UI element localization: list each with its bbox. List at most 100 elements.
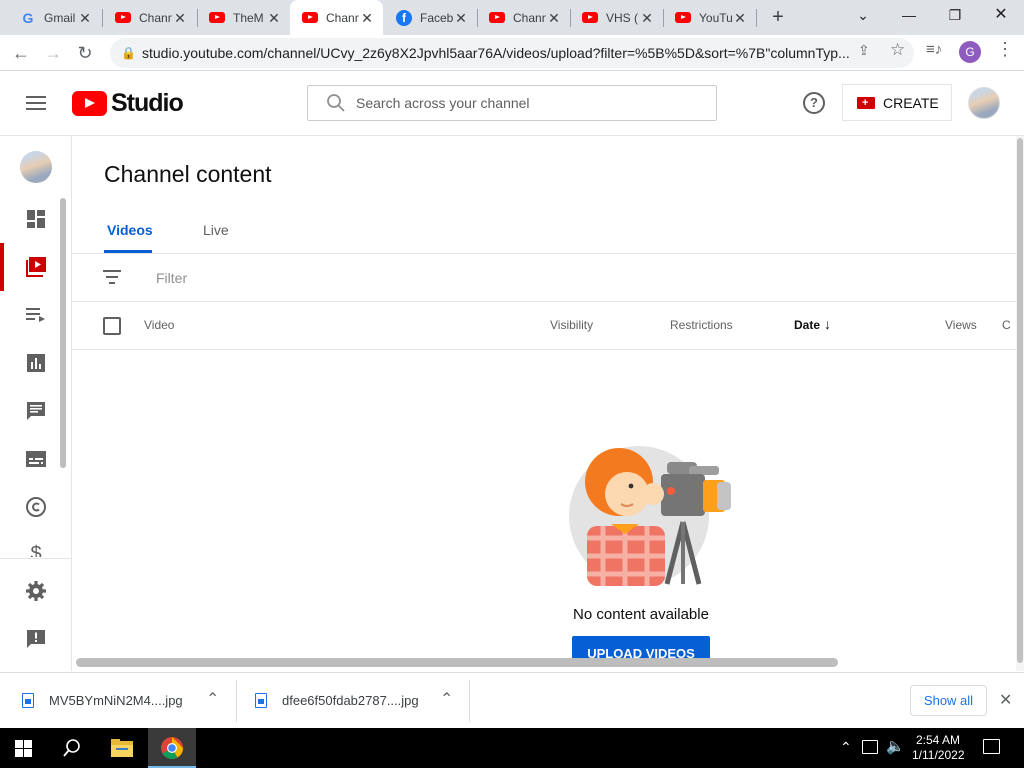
download-filename: dfee6f50fdab2787....jpg — [282, 693, 419, 708]
show-all-button[interactable]: Show all — [910, 685, 987, 716]
volume-muted-icon[interactable]: 🔈 — [886, 737, 905, 755]
divider — [469, 680, 470, 722]
close-icon[interactable]: ✕ — [453, 10, 469, 26]
column-header-views[interactable]: Views — [945, 318, 977, 332]
page-scrollbar-thumb[interactable] — [1017, 138, 1023, 663]
browser-tab-active[interactable]: Chann ✕ — [290, 0, 383, 35]
divider — [72, 349, 1016, 350]
clock-time: 2:54 AM — [915, 733, 961, 747]
playlists-icon[interactable] — [24, 303, 48, 327]
sort-down-arrow-icon[interactable]: ↓ — [824, 316, 831, 332]
page-title: Channel content — [104, 161, 272, 187]
close-icon[interactable]: ✕ — [639, 10, 655, 26]
camera-operator-illustration — [569, 446, 731, 586]
browser-tab-facebook[interactable]: f Faceb ✕ — [384, 0, 477, 35]
address-bar[interactable]: 🔒 studio.youtube.com/channel/UCvy_2z6y8X… — [110, 38, 914, 68]
browser-tab-youtube[interactable]: Chann ✕ — [477, 0, 570, 35]
hamburger-menu-icon[interactable] — [24, 93, 48, 113]
content-icon[interactable] — [24, 255, 48, 279]
youtube-icon — [302, 10, 318, 26]
clock[interactable]: 2:54 AM 1/11/2022 — [912, 733, 965, 763]
reload-icon[interactable]: ↻ — [70, 38, 100, 68]
tab-search-icon[interactable]: ⌄ — [840, 0, 886, 30]
tab-videos[interactable]: Videos — [107, 222, 153, 238]
tab-title: Faceb — [420, 10, 453, 25]
subtitles-icon[interactable] — [24, 447, 48, 471]
chevron-up-icon[interactable]: ⌃ — [440, 672, 453, 728]
sidebar-scrollbar[interactable] — [60, 198, 66, 468]
channel-avatar[interactable] — [968, 87, 1000, 119]
windows-taskbar: ⌃ 🔈 2:54 AM 1/11/2022 — [0, 728, 1024, 768]
analytics-icon[interactable] — [24, 351, 48, 375]
divider — [72, 301, 1016, 302]
forward-icon[interactable]: → — [38, 38, 68, 68]
dashboard-icon[interactable] — [24, 207, 48, 231]
studio-logo[interactable]: Studio — [72, 89, 184, 117]
filter-input[interactable]: Filter — [156, 270, 187, 286]
browser-menu-icon[interactable]: ⋮ — [996, 39, 1014, 63]
media-controls-icon[interactable]: ≡♪ — [926, 41, 948, 63]
network-icon[interactable] — [862, 740, 878, 754]
horizontal-scrollbar[interactable] — [76, 658, 838, 667]
sidebar-divider — [0, 558, 71, 559]
close-icon[interactable]: ✕ — [732, 10, 748, 26]
comments-icon[interactable] — [24, 399, 48, 423]
url-text: studio.youtube.com/channel/UCvy_2z6y8X2J… — [142, 45, 850, 61]
search-input[interactable] — [356, 93, 696, 113]
create-label: CREATE — [883, 95, 939, 111]
tab-live[interactable]: Live — [203, 222, 229, 238]
settings-gear-icon[interactable] — [24, 579, 48, 603]
browser-tab-gmail[interactable]: G Gmail ✕ — [8, 0, 101, 35]
new-tab-icon[interactable]: + — [764, 4, 792, 32]
minimize-icon[interactable]: — — [886, 0, 932, 30]
close-icon[interactable]: ✕ — [77, 10, 93, 26]
tab-title: VHS ( — [606, 10, 639, 25]
youtube-icon — [209, 10, 225, 26]
clock-date: 1/11/2022 — [912, 748, 965, 762]
close-icon[interactable]: ✕ — [359, 10, 375, 26]
lock-icon: 🔒 — [121, 46, 136, 60]
column-header-restrictions[interactable]: Restrictions — [670, 318, 733, 332]
feedback-icon[interactable] — [24, 627, 48, 651]
close-icon[interactable]: ✕ — [266, 10, 282, 26]
file-explorer-icon[interactable] — [110, 738, 134, 758]
notifications-icon[interactable] — [983, 739, 1000, 754]
window-close-icon[interactable]: ✕ — [978, 0, 1024, 30]
sidebar-avatar[interactable] — [20, 151, 52, 183]
column-header-date[interactable]: Date — [794, 318, 820, 332]
column-header-visibility[interactable]: Visibility — [550, 318, 593, 332]
profile-avatar[interactable]: G — [959, 41, 981, 63]
close-icon[interactable]: ✕ — [546, 10, 562, 26]
tab-title: TheM — [233, 10, 264, 25]
chrome-taskbar-button[interactable] — [148, 728, 196, 768]
browser-tab-youtube[interactable]: TheM ✕ — [197, 0, 290, 35]
download-item[interactable]: dfee6f50fdab2787....jpg ⌃ — [237, 673, 469, 729]
monetization-icon[interactable]: $ — [24, 543, 48, 557]
create-button[interactable]: + CREATE — [842, 84, 952, 121]
bookmark-star-icon[interactable]: ☆ — [890, 40, 910, 60]
facebook-icon: f — [396, 9, 412, 26]
restore-icon[interactable]: ❐ — [932, 0, 978, 30]
windows-start-icon[interactable] — [15, 740, 32, 757]
select-all-checkbox[interactable] — [103, 317, 121, 335]
search-icon[interactable] — [62, 738, 82, 758]
copyright-icon[interactable] — [24, 495, 48, 519]
chevron-up-icon[interactable]: ⌃ — [840, 739, 852, 756]
back-icon[interactable]: ← — [6, 38, 36, 68]
channel-search[interactable] — [307, 85, 717, 121]
close-icon[interactable]: ✕ — [172, 10, 188, 26]
browser-tab-youtube[interactable]: YouTu ✕ — [663, 0, 756, 35]
column-header-video[interactable]: Video — [144, 318, 174, 332]
browser-tab-youtube[interactable]: Chann ✕ — [103, 0, 196, 35]
video-camera-icon: + — [857, 97, 875, 109]
column-header-comments[interactable]: C — [1002, 318, 1011, 332]
chevron-up-icon[interactable]: ⌃ — [206, 672, 219, 728]
help-icon[interactable]: ? — [803, 92, 825, 114]
youtube-icon — [115, 10, 131, 26]
filter-icon[interactable] — [102, 269, 122, 285]
close-download-shelf-icon[interactable]: ✕ — [999, 690, 1012, 710]
browser-tab-youtube[interactable]: VHS ( ✕ — [570, 0, 663, 35]
share-icon[interactable]: ⇪ — [858, 42, 878, 62]
download-item[interactable]: MV5BYmNiN2M4....jpg ⌃ — [0, 673, 236, 729]
studio-header: Studio ? + CREATE — [0, 71, 1024, 136]
